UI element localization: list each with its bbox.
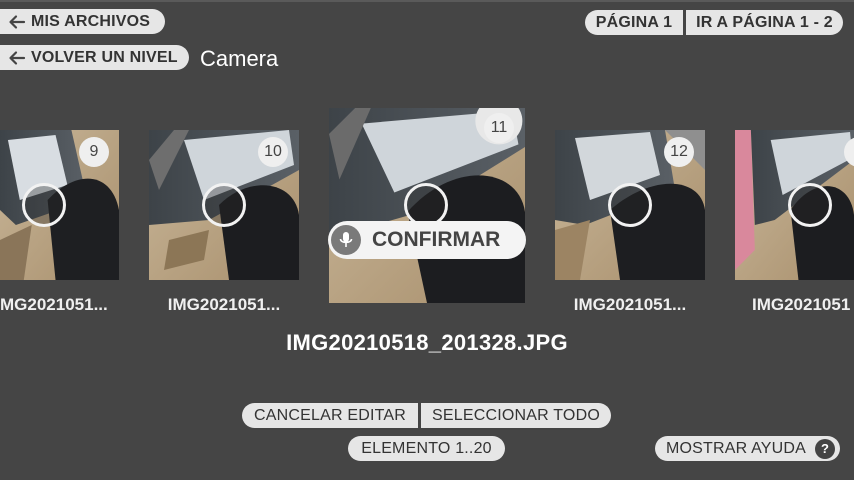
thumbnail-label: IMG2021051...	[167, 295, 281, 314]
thumbnail-number-badge: 10	[258, 137, 288, 167]
select-circle[interactable]	[608, 183, 652, 227]
up-level-label: VOLVER UN NIVEL	[31, 49, 178, 66]
select-all-button[interactable]: SELECCIONAR TODO	[421, 403, 611, 428]
items-range-label: ELEMENTO 1..20	[361, 440, 492, 457]
thumbnail-number-badge: 12	[664, 137, 694, 167]
select-circle[interactable]	[202, 183, 246, 227]
folder-name: Camera	[200, 46, 279, 71]
arrow-left-icon	[9, 14, 26, 29]
thumbnail-number-badge: 11	[484, 113, 514, 143]
select-circle[interactable]	[788, 183, 832, 227]
thumbnail-13[interactable]: 1	[735, 130, 854, 280]
thumbnail-number-badge: 9	[79, 137, 109, 167]
select-circle[interactable]	[22, 183, 66, 227]
select-all-label: SELECCIONAR TODO	[432, 407, 600, 424]
thumbnail-label: IMG2021051	[752, 295, 851, 314]
selected-filename: IMG20210518_201328.JPG	[286, 330, 568, 355]
arrow-left-icon	[9, 50, 26, 65]
question-icon: ?	[815, 438, 836, 459]
page-indicator-label: PÁGINA 1	[595, 14, 673, 31]
show-help-button[interactable]: MOSTRAR AYUDA ?	[655, 436, 840, 461]
thumbnail-11[interactable]: 11	[329, 108, 525, 303]
thumbnail-label: IMG2021051...	[573, 295, 687, 314]
show-help-label: MOSTRAR AYUDA	[665, 440, 807, 457]
cancel-edit-label: CANCELAR EDITAR	[253, 407, 407, 424]
thumbnail-label: MG2021051...	[0, 295, 108, 314]
my-files-button[interactable]: MIS ARCHIVOS	[0, 9, 165, 34]
confirm-button[interactable]: CONFIRMAR	[328, 221, 526, 259]
cancel-edit-button[interactable]: CANCELAR EDITAR	[242, 403, 418, 428]
thumbnail-9[interactable]: 9	[0, 130, 119, 280]
thumbnail-12[interactable]: 12	[555, 130, 705, 280]
confirm-label: CONFIRMAR	[372, 228, 501, 251]
goto-page-button[interactable]: IR A PÁGINA 1 - 2	[686, 10, 843, 35]
my-files-label: MIS ARCHIVOS	[31, 13, 151, 30]
goto-page-label: IR A PÁGINA 1 - 2	[696, 14, 833, 31]
thumbnail-10[interactable]: 10	[149, 130, 299, 280]
items-range-button[interactable]: ELEMENTO 1..20	[348, 436, 505, 461]
top-divider	[0, 0, 854, 2]
up-level-button[interactable]: VOLVER UN NIVEL	[0, 45, 189, 70]
microphone-icon	[331, 225, 361, 255]
page-indicator-button[interactable]: PÁGINA 1	[585, 10, 683, 35]
